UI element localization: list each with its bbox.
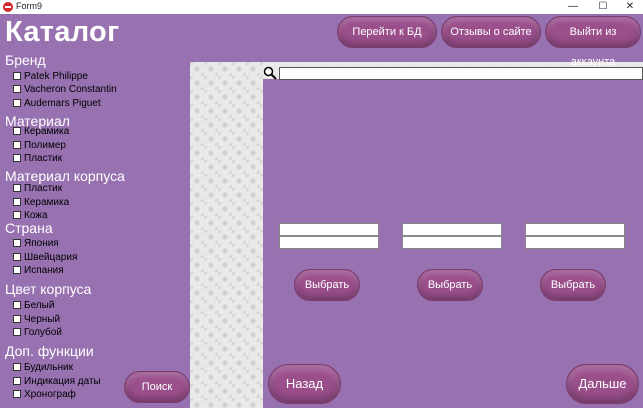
product-price-field	[402, 236, 502, 249]
next-button[interactable]: Дальше	[566, 364, 639, 404]
filter-checkbox[interactable]: Испания	[13, 265, 64, 276]
filter-country-title: Страна	[5, 220, 53, 236]
filter-checkbox[interactable]: Швейцария	[13, 252, 77, 263]
go-to-db-button[interactable]: Перейти к БД	[337, 16, 437, 48]
checkbox-icon[interactable]	[13, 85, 21, 93]
filter-checkbox[interactable]: Patek Philippe	[13, 71, 88, 82]
filter-checkbox[interactable]: Керамика	[13, 197, 69, 208]
filter-checkbox[interactable]: Полимер	[13, 140, 66, 151]
checkbox-icon[interactable]	[13, 315, 21, 323]
filter-checkbox[interactable]: Голубой	[13, 327, 62, 338]
checkbox-icon[interactable]	[13, 127, 21, 135]
checkbox-icon[interactable]	[13, 72, 21, 80]
filter-checkbox[interactable]: Индикация даты	[13, 376, 101, 387]
checkbox-icon[interactable]	[13, 301, 21, 309]
product-name-field	[402, 223, 502, 236]
checkbox-icon[interactable]	[13, 266, 21, 274]
checkbox-icon[interactable]	[13, 99, 21, 107]
minimize-button[interactable]: —	[560, 0, 586, 14]
checkbox-icon[interactable]	[13, 377, 21, 385]
page-title: Каталог	[5, 16, 120, 48]
magnifier-icon[interactable]	[263, 66, 277, 80]
back-button[interactable]: Назад	[268, 364, 341, 404]
search-input[interactable]	[279, 67, 643, 80]
filter-checkbox[interactable]: Пластик	[13, 153, 62, 164]
decorative-pattern	[190, 62, 263, 408]
app-icon	[3, 2, 13, 12]
product-price-field	[279, 236, 379, 249]
checkbox-icon[interactable]	[13, 328, 21, 336]
checkbox-icon[interactable]	[13, 141, 21, 149]
filter-checkbox[interactable]: Vacheron Constantin	[13, 84, 117, 95]
filter-checkbox[interactable]: Япония	[13, 238, 59, 249]
select-product-button[interactable]: Выбрать	[417, 269, 483, 301]
site-reviews-button[interactable]: Отзывы о сайте	[441, 16, 541, 48]
close-button[interactable]: ✕	[617, 0, 643, 14]
product-name-field	[279, 223, 379, 236]
filter-brand-title: Бренд	[5, 52, 46, 68]
maximize-button[interactable]: ☐	[590, 0, 616, 14]
filter-checkbox[interactable]: Audemars Piguet	[13, 98, 101, 109]
filter-checkbox[interactable]: Черный	[13, 314, 60, 325]
select-product-button[interactable]: Выбрать	[294, 269, 360, 301]
window-title: Form9	[16, 1, 43, 11]
filter-checkbox[interactable]: Пластик	[13, 183, 62, 194]
checkbox-icon[interactable]	[13, 198, 21, 206]
filter-case-material-title: Материал корпуса	[5, 168, 125, 184]
search-button[interactable]: Поиск	[124, 371, 190, 403]
product-price-field	[525, 236, 625, 249]
select-product-button[interactable]: Выбрать	[540, 269, 606, 301]
filter-checkbox[interactable]: Керамика	[13, 126, 69, 137]
checkbox-icon[interactable]	[13, 184, 21, 192]
product-name-field	[525, 223, 625, 236]
filter-checkbox[interactable]: Будильник	[13, 362, 73, 373]
window-titlebar: Form9 — ☐ ✕	[0, 0, 643, 14]
filter-extra-title: Доп. функции	[5, 343, 94, 359]
checkbox-icon[interactable]	[13, 363, 21, 371]
checkbox-icon[interactable]	[13, 390, 21, 398]
filter-checkbox[interactable]: Белый	[13, 300, 54, 311]
checkbox-icon[interactable]	[13, 253, 21, 261]
logout-button[interactable]: Выйти из аккаунта	[545, 16, 641, 68]
main-panel: Каталог Перейти к БД Отзывы о сайте Выйт…	[0, 14, 643, 408]
filter-checkbox[interactable]: Хронограф	[13, 389, 76, 400]
checkbox-icon[interactable]	[13, 239, 21, 247]
filter-case-color-title: Цвет корпуса	[5, 281, 92, 297]
checkbox-icon[interactable]	[13, 211, 21, 219]
checkbox-icon[interactable]	[13, 154, 21, 162]
